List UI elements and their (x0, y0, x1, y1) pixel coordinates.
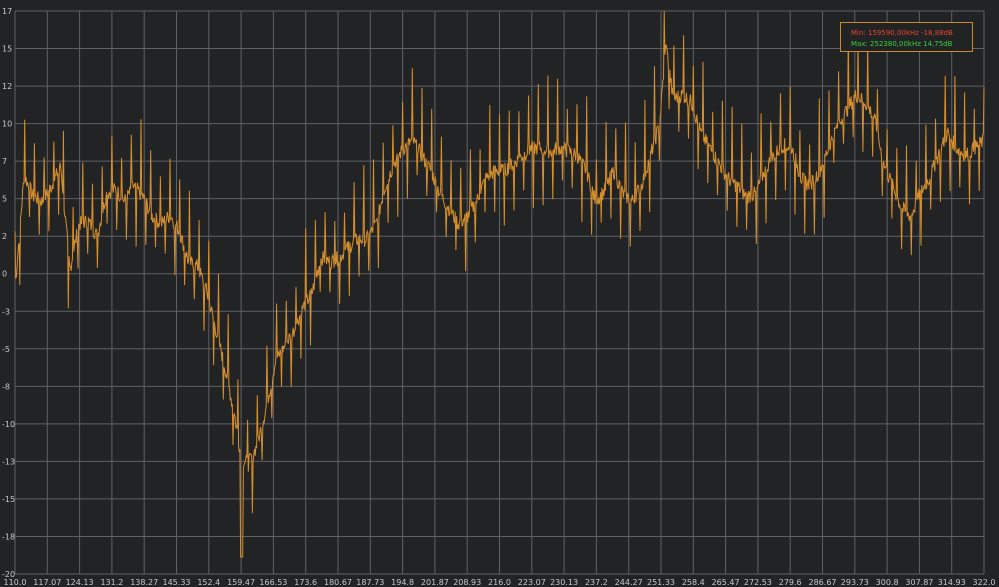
min-max-readout-box: Min: 159590,00kHz -18,88dB Max: 252380,0… (840, 22, 973, 52)
x-tick-label: 322.0 (973, 578, 996, 587)
x-tick-label: 138.27 (130, 578, 158, 587)
x-tick-label: 272.53 (744, 578, 772, 587)
x-tick-label: 201.87 (421, 578, 449, 587)
x-tick-label: 314.93 (938, 578, 966, 587)
y-tick-label: 17 (2, 7, 12, 16)
max-readout: Max: 252380,00kHz 14,75dB (851, 40, 953, 48)
x-tick-label: 194.8 (391, 578, 414, 587)
y-tick-label: -10 (2, 420, 15, 429)
y-tick-label: 5 (2, 195, 7, 204)
x-tick-label: 265.47 (712, 578, 740, 587)
y-tick-label: 0 (2, 270, 7, 279)
x-tick-label: 286.67 (809, 578, 837, 587)
y-tick-label: 12 (2, 82, 12, 91)
x-tick-label: 258.4 (682, 578, 705, 587)
y-tick-label: 15 (2, 45, 12, 54)
min-readout: Min: 159590,00kHz -18,88dB (851, 29, 953, 37)
x-tick-label: 117.07 (33, 578, 61, 587)
x-tick-label: 180.67 (324, 578, 352, 587)
y-tick-label: -5 (2, 345, 10, 354)
y-tick-label: 7 (2, 157, 7, 166)
y-tick-label: -18 (2, 532, 15, 541)
x-tick-label: 293.73 (841, 578, 869, 587)
x-tick-label: 230.13 (550, 578, 578, 587)
x-tick-label: 244.27 (615, 578, 643, 587)
y-tick-label: -8 (2, 382, 10, 391)
x-tick-label: 307.87 (905, 578, 933, 587)
x-tick-label: 159.47 (227, 578, 255, 587)
x-tick-label: 300.8 (876, 578, 899, 587)
x-tick-label: 251.33 (647, 578, 675, 587)
x-tick-label: 173.6 (294, 578, 317, 587)
x-tick-label: 187.73 (356, 578, 384, 587)
x-tick-label: 166.53 (259, 578, 287, 587)
x-tick-label: 237.2 (585, 578, 608, 587)
y-tick-label: -15 (2, 495, 15, 504)
spectrum-chart: 171512107520-3-5-8-10-13-15-18-20 110.0 1… (0, 0, 999, 587)
y-tick-label: -13 (2, 457, 15, 466)
y-tick-label: -3 (2, 307, 10, 316)
x-tick-label: 279.6 (779, 578, 802, 587)
x-tick-label: 223.07 (518, 578, 546, 587)
x-tick-label: 216.0 (488, 578, 511, 587)
x-tick-label: 131.2 (100, 578, 123, 587)
x-tick-label: 110.0 (4, 578, 27, 587)
x-axis-ticks: 110.0 117.07 124.13 131.2 138.27 145.33 152.4 1… (4, 578, 996, 587)
y-tick-label: 2 (2, 232, 7, 241)
x-tick-label: 145.33 (163, 578, 191, 587)
y-tick-label: 10 (2, 120, 12, 129)
x-tick-label: 208.93 (453, 578, 481, 587)
x-tick-label: 124.13 (66, 578, 94, 587)
x-tick-label: 152.4 (197, 578, 220, 587)
